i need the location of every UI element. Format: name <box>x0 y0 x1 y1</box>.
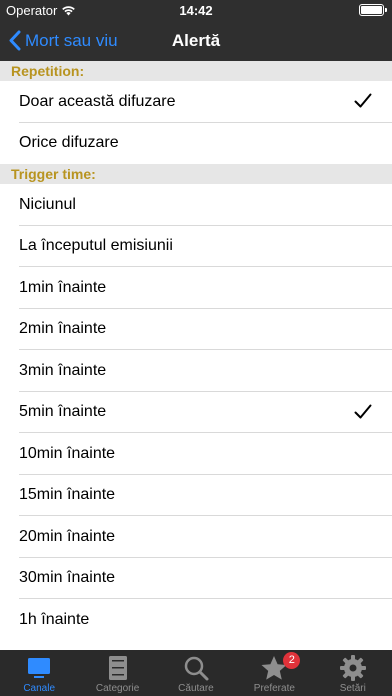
trigger-time-option[interactable]: La începutul emisiunii <box>0 225 392 267</box>
trigger-time-option[interactable]: 10min înainte <box>0 433 392 475</box>
back-button[interactable]: Mort sau viu <box>8 20 118 61</box>
tab-label: Căutare <box>178 683 214 694</box>
option-label: Orice difuzare <box>19 134 119 152</box>
tab-cautare[interactable]: Căutare <box>157 650 235 694</box>
battery-icon <box>359 4 387 16</box>
checkmark-icon <box>354 93 372 108</box>
search-icon <box>184 656 209 681</box>
section-header-trigger-time: Trigger time: <box>0 164 392 184</box>
option-label: La începutul emisiunii <box>19 237 173 255</box>
option-label: 2min înainte <box>19 320 107 338</box>
option-label: 1min înainte <box>19 278 107 296</box>
settings-list: Repetition: Doar această difuzare Orice d… <box>0 61 392 650</box>
option-label: 15min înainte <box>19 486 116 504</box>
tab-label: Categorie <box>95 683 140 694</box>
navigation-bar: Mort sau viu Alertă <box>0 20 392 61</box>
tab-preferate[interactable]: 2 Preferate <box>235 650 313 694</box>
repetition-option[interactable]: Orice difuzare <box>0 122 392 164</box>
option-label: 20min înainte <box>19 527 116 545</box>
tab-categorie[interactable]: Categorie <box>79 650 157 694</box>
tab-canale[interactable]: Canale <box>0 650 78 694</box>
trigger-time-option[interactable]: 1min înainte <box>0 267 392 309</box>
tab-label: Setări <box>339 683 366 694</box>
clock: 14:42 <box>179 3 213 18</box>
option-label: 1h înainte <box>19 610 90 628</box>
trigger-time-option[interactable]: 20min înainte <box>0 516 392 558</box>
badge-count: 2 <box>283 652 301 669</box>
section-header-repetition: Repetition: <box>0 61 392 81</box>
status-bar: Operator 14:42 <box>0 0 392 20</box>
tab-bar: Canale Categorie Căutare 2 Preferate Setări <box>0 650 392 696</box>
tv-icon <box>28 658 51 678</box>
trigger-time-option[interactable]: 2min înainte <box>0 308 392 350</box>
cabinet-icon <box>108 656 127 680</box>
option-label: Doar această difuzare <box>19 92 176 110</box>
gear-icon <box>339 655 366 681</box>
checkmark-icon <box>354 404 372 418</box>
option-label: Niciunul <box>19 195 76 213</box>
trigger-time-options: Niciunul La începutul emisiunii 1min înain… <box>0 184 392 641</box>
chevron-left-icon <box>9 30 21 51</box>
option-label: 5min înainte <box>19 403 107 421</box>
trigger-time-option[interactable]: 15min înainte <box>0 474 392 516</box>
trigger-time-option[interactable]: 30min înainte <box>0 557 392 599</box>
repetition-options: Doar această difuzare Orice difuzare <box>0 81 392 164</box>
tab-setari[interactable]: Setări <box>314 650 392 694</box>
option-label: 10min înainte <box>19 444 116 462</box>
trigger-time-option[interactable]: Niciunul <box>0 184 392 226</box>
back-button-label: Mort sau viu <box>25 30 118 50</box>
option-label: 3min înainte <box>19 361 107 379</box>
repetition-option[interactable]: Doar această difuzare <box>0 81 392 123</box>
trigger-time-option[interactable]: 5min înainte <box>0 391 392 433</box>
tab-label: Canale <box>23 683 56 694</box>
trigger-time-option[interactable]: 1h înainte <box>0 599 392 641</box>
option-label: 30min înainte <box>19 569 116 587</box>
tab-label: Preferate <box>253 683 295 694</box>
trigger-time-option[interactable]: 3min înainte <box>0 350 392 392</box>
